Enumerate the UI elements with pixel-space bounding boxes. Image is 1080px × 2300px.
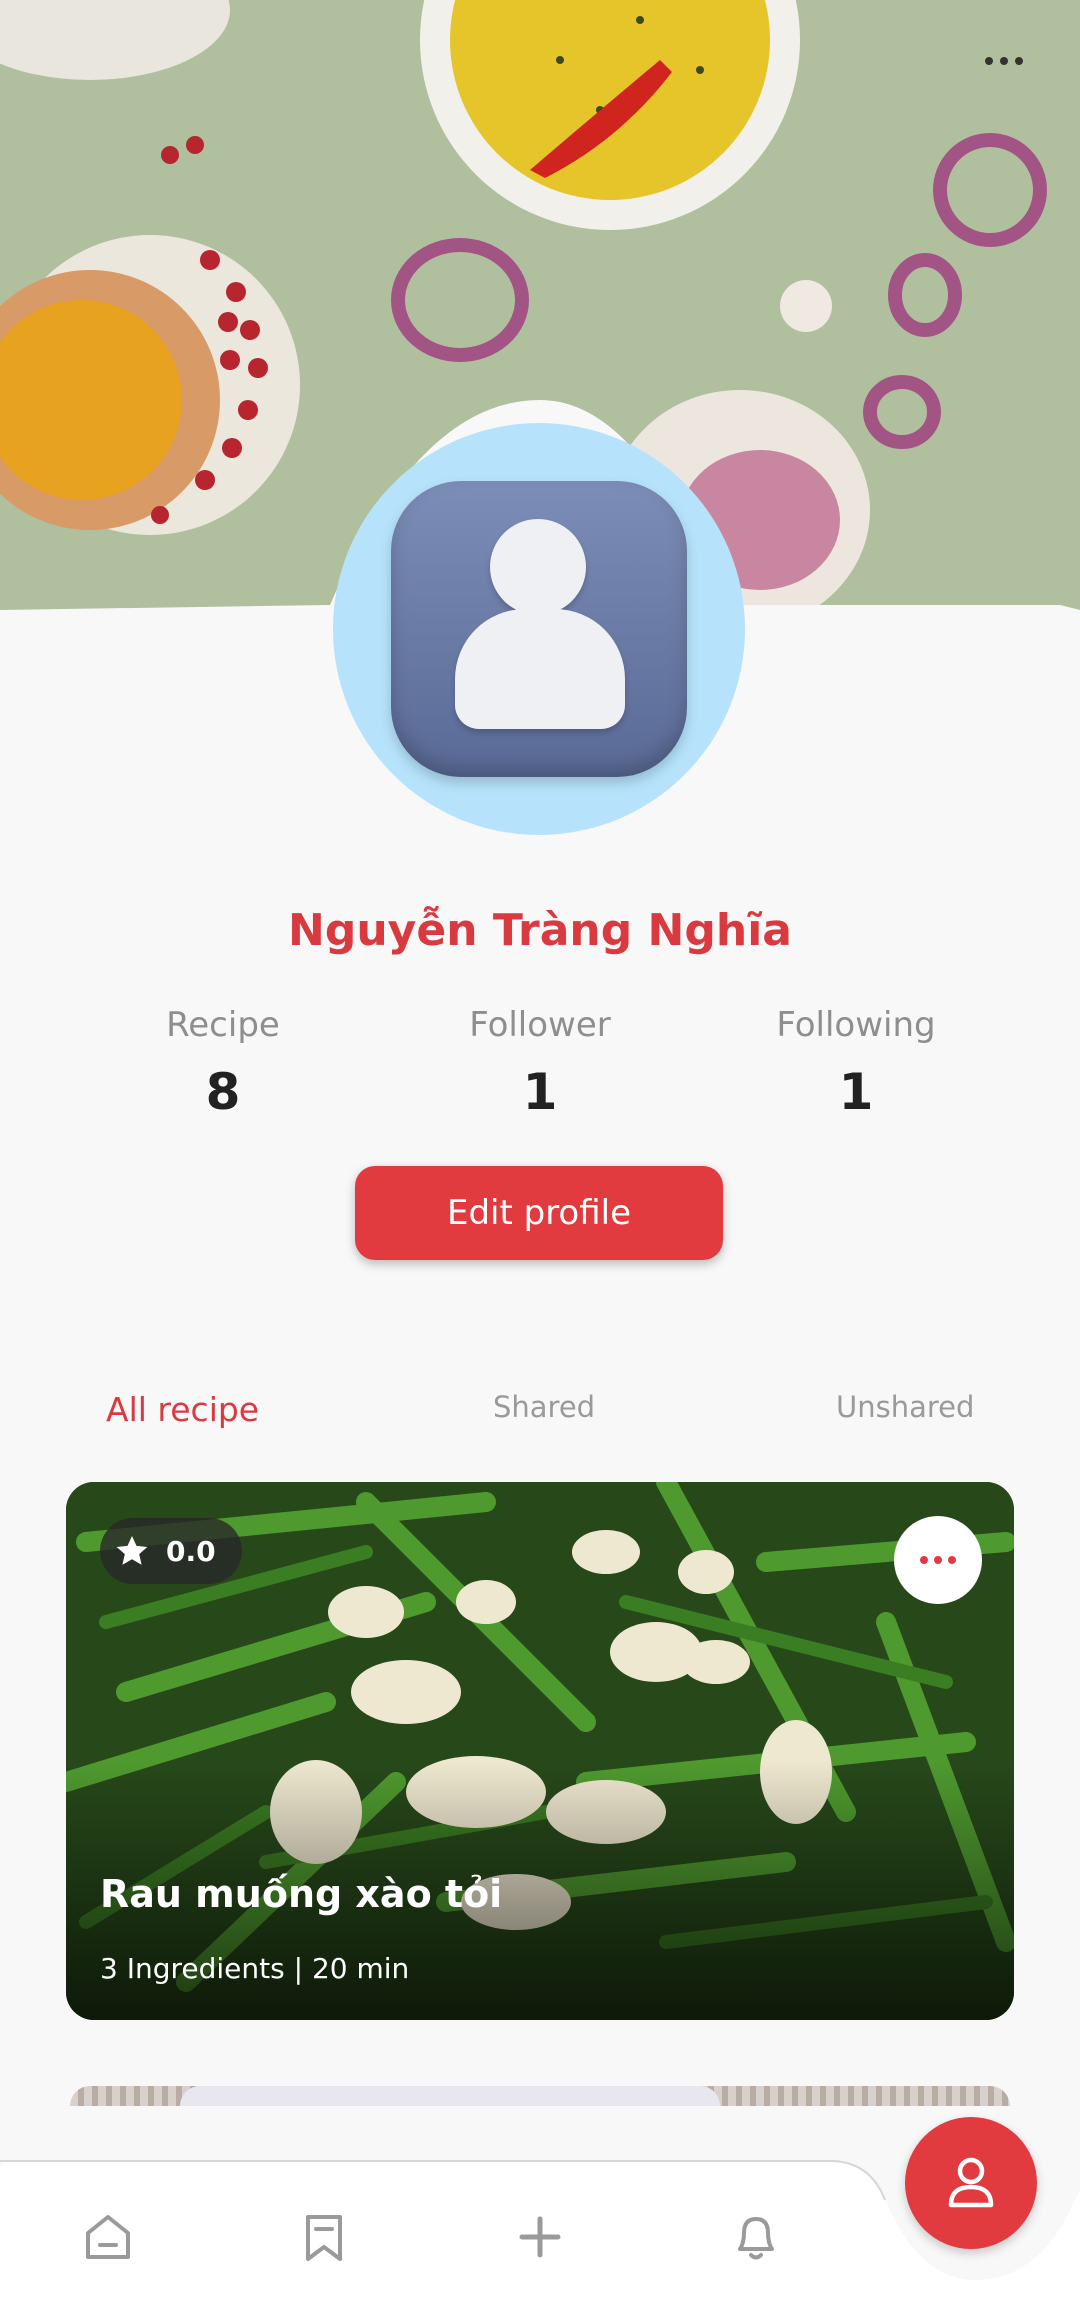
recipe-title: Rau muống xào tỏi: [100, 1872, 503, 1916]
avatar[interactable]: [333, 423, 745, 835]
edit-profile-button[interactable]: Edit profile: [355, 1166, 723, 1260]
tab-shared[interactable]: Shared: [493, 1390, 595, 1424]
stat-follower[interactable]: Follower 1: [390, 1005, 690, 1121]
stat-value: 1: [522, 1063, 558, 1121]
recipe-meta: 3 Ingredients | 20 min: [100, 1952, 410, 1985]
rating-badge: 0.0: [100, 1518, 242, 1584]
recipe-more-button[interactable]: [894, 1516, 982, 1604]
tab-all-recipe[interactable]: All recipe: [106, 1390, 259, 1429]
profile-name: Nguyễn Tràng Nghĩa: [288, 905, 792, 956]
more-options-button[interactable]: [964, 38, 1044, 84]
stat-label: Follower: [469, 1005, 611, 1045]
tab-unshared[interactable]: Unshared: [836, 1390, 974, 1424]
profile-icon: [948, 2157, 994, 2208]
stat-label: Recipe: [166, 1005, 280, 1045]
user-icon: [391, 481, 687, 777]
bell-icon[interactable]: [726, 2207, 786, 2267]
stat-recipe[interactable]: Recipe 8: [73, 1005, 373, 1121]
stat-label: Following: [776, 1005, 936, 1045]
rating-value: 0.0: [166, 1534, 216, 1568]
plus-icon[interactable]: [510, 2207, 570, 2267]
profile-nav-button[interactable]: [905, 2117, 1037, 2249]
stat-value: 1: [838, 1063, 874, 1121]
home-icon[interactable]: [78, 2207, 138, 2267]
recipe-card[interactable]: 0.0 Rau muống xào tỏi 3 Ingredients | 20…: [66, 1482, 1014, 2020]
stat-value: 8: [205, 1063, 241, 1121]
star-icon: [116, 1536, 148, 1565]
stat-following[interactable]: Following 1: [706, 1005, 1006, 1121]
bookmark-icon[interactable]: [294, 2207, 354, 2267]
recipe-card[interactable]: [70, 2086, 1010, 2106]
